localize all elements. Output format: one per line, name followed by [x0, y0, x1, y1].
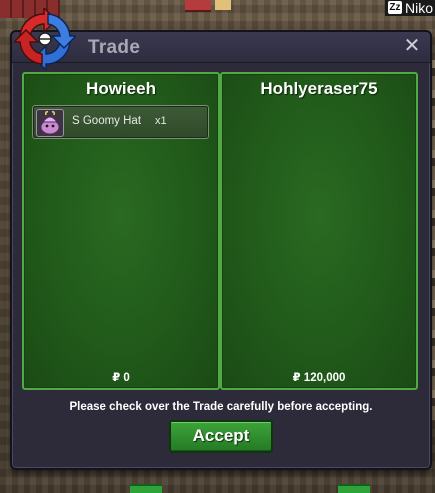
world-sprite: [215, 0, 231, 10]
panel-player-name: Howieeh: [86, 79, 156, 98]
goomy-hat-icon: [36, 109, 64, 137]
sleep-icon: Zz: [387, 1, 402, 14]
trade-arrows-icon: [14, 8, 76, 70]
trade-panel-partner: Hohlyeraser75 ₽ 120,000: [220, 72, 418, 390]
player-name-tag-text: Niko: [404, 0, 433, 16]
player-name-tag: Zz Niko: [384, 0, 435, 16]
panel-money-amount: ₽ 0: [112, 372, 130, 384]
world-green-tile: [338, 484, 370, 493]
trade-panel-self: Howieeh S Goomy Hat x1 ₽ 0: [22, 72, 220, 390]
trade-item-name: S Goomy Hat: [72, 115, 142, 127]
trade-item-quantity: x1: [155, 115, 167, 127]
close-icon[interactable]: ✕: [402, 35, 422, 57]
trade-window: Trade ✕ Howieeh S Goomy Hat x1 ₽ 0 Hohly…: [10, 30, 432, 470]
trade-warning-message: Please check over the Trade carefully be…: [69, 401, 373, 413]
panel-money-amount: ₽ 120,000: [292, 372, 346, 384]
accept-button[interactable]: Accept: [169, 420, 273, 453]
panel-player-name: Hohlyeraser75: [260, 79, 378, 98]
world-green-tile: [130, 484, 162, 493]
window-title: Trade: [88, 37, 141, 58]
world-sprite: [185, 0, 211, 12]
trade-item-row[interactable]: S Goomy Hat x1: [32, 105, 209, 139]
